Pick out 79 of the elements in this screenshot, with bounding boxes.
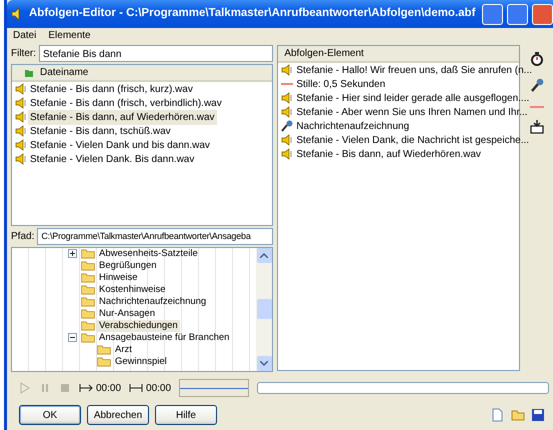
- speaker-icon: [15, 83, 27, 95]
- inbox-icon[interactable]: [530, 120, 544, 134]
- file-item[interactable]: Stefanie - Bis dann, tschüß.wav: [28, 124, 173, 138]
- maximize-button[interactable]: [507, 4, 528, 24]
- folder-icon[interactable]: [511, 408, 525, 422]
- file-item[interactable]: Stefanie - Bis dann (frisch, kurz).wav: [28, 82, 195, 96]
- folder-icon: [80, 284, 96, 296]
- filter-label: Filter:: [11, 47, 36, 61]
- menu-item[interactable]: Datei: [13, 28, 36, 42]
- dialog-button[interactable]: Abbrechen: [87, 405, 149, 425]
- tree-item[interactable]: Kostenhinweise: [97, 284, 168, 296]
- speaker-icon: [15, 111, 27, 123]
- tree-item[interactable]: Arzt: [113, 344, 134, 356]
- folder-icon: [96, 356, 112, 368]
- sequence-item[interactable]: Stefanie - Vielen Dank, die Nachricht ist gespeiche...: [294, 132, 532, 148]
- scrollbar[interactable]: [256, 248, 272, 371]
- save-icon[interactable]: [531, 408, 545, 422]
- folder-icon: [80, 248, 96, 260]
- column-header[interactable]: Abfolgen-Element: [278, 46, 520, 63]
- sequence-item[interactable]: Stefanie - Hallo! Wir freuen uns, daß Sie anrufen (n...: [294, 62, 534, 78]
- expand-icon[interactable]: [68, 248, 77, 260]
- speaker-icon: [15, 97, 27, 109]
- close-button[interactable]: [532, 4, 553, 24]
- file-item[interactable]: Stefanie - Bis dann, auf Wiederhören.wav: [28, 110, 217, 124]
- file-item[interactable]: Stefanie - Vielen Dank. Bis dann.wav: [28, 152, 196, 166]
- dialog-button[interactable]: OK: [19, 405, 81, 425]
- sequence-item[interactable]: Stefanie - Aber wenn Sie uns Ihren Namen und Ihr...: [294, 104, 530, 120]
- folder-icon: [80, 260, 96, 272]
- sequence-item[interactable]: Stille: 0,5 Sekunden: [294, 76, 388, 92]
- position-icon: [79, 384, 93, 392]
- tree-item[interactable]: Nur-Ansagen: [97, 308, 157, 320]
- tree-item[interactable]: Gewinnspiel: [113, 356, 169, 368]
- sequence-item[interactable]: Nachrichtenaufzeichnung: [294, 118, 412, 134]
- speaker-icon: [15, 153, 27, 165]
- folder-icon: [80, 308, 96, 320]
- scroll-up-button[interactable]: [256, 248, 272, 263]
- folder-icon: [80, 332, 96, 344]
- folder-icon: [80, 320, 96, 332]
- folder-icon: [80, 296, 96, 308]
- path-label: Pfad:: [11, 230, 34, 244]
- minimize-button[interactable]: [482, 4, 503, 24]
- column-header[interactable]: Dateiname: [12, 65, 272, 82]
- silence-icon[interactable]: [530, 105, 544, 108]
- dialog-button[interactable]: Hilfe: [155, 405, 217, 425]
- speaker-icon: [281, 92, 294, 104]
- new-document-icon[interactable]: [491, 408, 505, 422]
- filter-field[interactable]: Stefanie Bis dann: [39, 45, 274, 62]
- stopwatch-icon[interactable]: [530, 51, 544, 66]
- path-field[interactable]: C:\Programme\Talkmaster\Anrufbeantworter\Ansageba: [37, 228, 274, 245]
- speaker-icon: [281, 106, 294, 118]
- tree-item[interactable]: Hinweise: [97, 272, 140, 284]
- speaker-icon: [281, 148, 294, 160]
- microphone-icon[interactable]: [530, 78, 544, 93]
- tree-item[interactable]: Ansagebausteine für Branchen: [97, 332, 232, 344]
- tree-item[interactable]: Abwesenheits-Satzteile: [97, 248, 200, 260]
- scroll-down-button[interactable]: [256, 356, 272, 371]
- tree-item[interactable]: Nachrichtenaufzeichnung: [97, 296, 208, 308]
- folder-icon: [96, 344, 112, 356]
- speaker-icon: [15, 139, 27, 151]
- folder-icon: [80, 272, 96, 284]
- file-item[interactable]: Stefanie - Vielen Dank und bis dann.wav: [28, 138, 212, 152]
- window-title: Abfolgen-Editor - C:\Programme\Talkmaster\Anrufbeantworter\Abfolgen\demo.abf: [29, 6, 476, 22]
- speaker-icon: [281, 134, 294, 146]
- microphone-icon: [281, 120, 294, 132]
- file-item[interactable]: Stefanie - Bis dann (frisch, verbindlich).wav: [28, 96, 224, 110]
- scroll-thumb[interactable]: [256, 299, 272, 320]
- tree-item[interactable]: Begrüßungen: [97, 260, 159, 272]
- menu-item[interactable]: Elemente: [48, 28, 91, 42]
- sequence-item[interactable]: Stefanie - Bis dann, auf Wiederhören.wav: [294, 146, 483, 162]
- length-time: 00:00: [146, 382, 172, 396]
- tree-item[interactable]: Verabschiedungen: [97, 320, 180, 332]
- folder-icon: [24, 67, 34, 78]
- sequence-item[interactable]: Stefanie - Hier sind leider gerade alle ausgeflogen....: [294, 90, 532, 106]
- volume-meter: [179, 379, 250, 397]
- length-icon: [129, 384, 144, 392]
- speaker-icon: [281, 64, 294, 76]
- speaker-icon: [15, 125, 27, 137]
- position-time: 00:00: [96, 382, 122, 396]
- collapse-icon[interactable]: [68, 332, 77, 344]
